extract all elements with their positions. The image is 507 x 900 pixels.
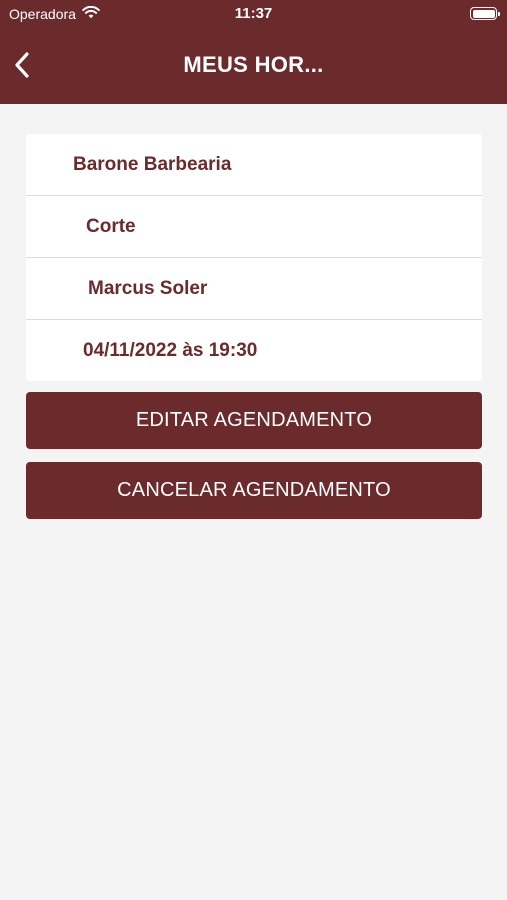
- service-name: Corte: [86, 215, 136, 237]
- app-header: Operadora 11:37 MEUS HOR...: [0, 0, 507, 104]
- status-bar: Operadora 11:37: [0, 0, 507, 30]
- page-title: MEUS HOR...: [183, 52, 324, 77]
- appointment-row-barbershop: Barone Barbearia: [26, 134, 482, 196]
- battery-icon: [470, 7, 500, 20]
- barber-name: Marcus Soler: [88, 277, 208, 299]
- status-time: 11:37: [234, 5, 273, 22]
- edit-appointment-button[interactable]: EDITAR AGENDAMENTO: [26, 392, 482, 449]
- appointment-row-barber: Marcus Soler: [26, 258, 482, 320]
- cancel-appointment-button[interactable]: CANCELAR AGENDAMENTO: [26, 462, 482, 519]
- appointment-row-service: Corte: [26, 196, 482, 258]
- barbershop-name: Barone Barbearia: [73, 153, 232, 175]
- appointment-card: Barone Barbearia Corte Marcus Soler 04/1…: [26, 134, 482, 381]
- appointment-row-datetime: 04/11/2022 às 19:30: [26, 320, 482, 381]
- appointment-datetime: 04/11/2022 às 19:30: [83, 339, 258, 361]
